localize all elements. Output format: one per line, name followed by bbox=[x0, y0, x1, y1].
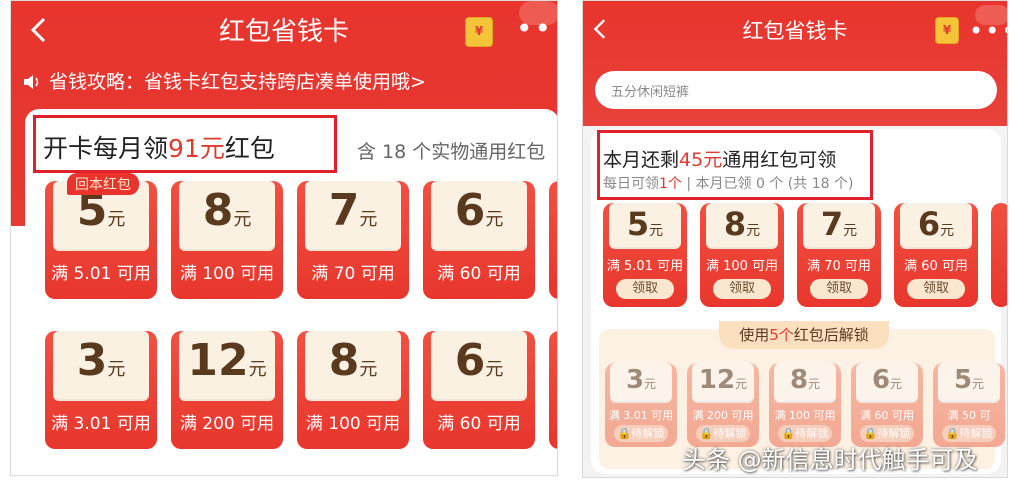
more-icon[interactable]: ••• bbox=[969, 19, 1007, 43]
coupon-condition: 满 60 可用 bbox=[904, 259, 968, 274]
coupon-condition: 满 60 可用 bbox=[860, 409, 914, 422]
coupon-card[interactable]: 12元满 200 可用 bbox=[171, 331, 283, 449]
coupon-amount: 12元 bbox=[187, 335, 267, 386]
coupon-condition: 满 100 可用 bbox=[179, 264, 275, 284]
locked-coupon: 3元满 3.01 可用 🔒待解锁 bbox=[605, 363, 677, 447]
locked-coupon: 6元满 60 可用 🔒待解锁 bbox=[851, 363, 923, 447]
coupon-amount: 6元 bbox=[454, 335, 504, 386]
coupon-card-partial[interactable] bbox=[549, 331, 557, 449]
coupon-amount: 6元 bbox=[917, 205, 955, 243]
coupon-card[interactable]: 5元满 5.01 可用 bbox=[45, 181, 157, 299]
notice-text: 省钱攻略：省钱卡红包支持跨店凑单使用哦> bbox=[49, 71, 426, 93]
coupon-amount: 8元 bbox=[328, 335, 378, 386]
coupon-amount: 3元 bbox=[625, 365, 657, 395]
coupon-amount: 5元 bbox=[953, 365, 985, 395]
coupon-condition: 满 100 可用 bbox=[705, 259, 779, 274]
card-subtitle: 含 18 个实物通用红包 bbox=[357, 141, 546, 163]
coupon-condition: 满 50 可 bbox=[947, 409, 991, 422]
card-headline: 开卡每月领91元红包 bbox=[43, 134, 275, 163]
claim-button[interactable]: 领取 bbox=[616, 279, 674, 299]
locked-coupon: 5元满 50 可 🔒待解锁 bbox=[933, 363, 1005, 447]
left-header: 红包省钱卡 ¥ ••• bbox=[11, 1, 557, 61]
more-icon[interactable]: ••• bbox=[516, 15, 557, 43]
coupon-condition: 满 5.01 可用 bbox=[51, 264, 151, 284]
coin-icon[interactable]: ¥ bbox=[935, 17, 959, 44]
unlock-banner: 使用5个红包后解锁 bbox=[719, 321, 889, 349]
search-input[interactable]: 五分休闲短裤 bbox=[595, 71, 997, 109]
coupon-card[interactable]: 6元满 60 可用 bbox=[423, 181, 535, 299]
coupon-condition: 满 70 可用 bbox=[807, 259, 871, 274]
card-subtitle: 每日可领1个 | 本月已领 0 个 (共 18 个) bbox=[603, 176, 854, 192]
claim-button[interactable]: 领取 bbox=[713, 279, 771, 299]
coupon-condition: 满 60 可用 bbox=[437, 414, 521, 434]
watermark: 头条 @新信息时代触手可及 bbox=[682, 446, 978, 474]
coupon-amount: 8元 bbox=[789, 365, 821, 395]
locked-coupon: 12元满 200 可用 🔒待解锁 bbox=[687, 363, 759, 447]
locked-coupon: 8元满 100 可用 🔒待解锁 bbox=[769, 363, 841, 447]
claim-button[interactable]: 领取 bbox=[907, 279, 965, 299]
coupon-amount: 8元 bbox=[202, 185, 252, 236]
coupon-card[interactable]: 5元满 5.01 可用领取 bbox=[603, 203, 687, 307]
coupon-condition: 满 100 可用 bbox=[774, 409, 836, 422]
search-placeholder: 五分休闲短裤 bbox=[611, 85, 690, 100]
coin-icon[interactable]: ¥ bbox=[465, 17, 493, 47]
coupon-amount: 7元 bbox=[328, 185, 378, 236]
coupon-card-partial[interactable] bbox=[549, 181, 557, 299]
coupon-amount: 6元 bbox=[871, 365, 903, 395]
coupon-amount: 6元 bbox=[454, 185, 504, 236]
claim-button[interactable]: 领取 bbox=[810, 279, 868, 299]
coupon-amount: 8元 bbox=[723, 205, 761, 243]
coupon-condition: 满 3.01 可用 bbox=[51, 414, 151, 434]
right-screen: 红包省钱卡 ¥ ••• 五分休闲短裤 本月还剩45元通用红包可领 每日可领1个 … bbox=[582, 0, 1008, 478]
card-headline: 本月还剩45元通用红包可领 bbox=[603, 149, 837, 171]
coupon-card[interactable]: 8元满 100 可用 bbox=[297, 331, 409, 449]
payback-ribbon: 回本红包 bbox=[67, 173, 139, 195]
coupon-amount: 7元 bbox=[820, 205, 858, 243]
right-card: 本月还剩45元通用红包可领 每日可领1个 | 本月已领 0 个 (共 18 个)… bbox=[591, 129, 1007, 474]
coupon-card[interactable]: 3元满 3.01 可用 bbox=[45, 331, 157, 449]
left-card: 开卡每月领91元红包 含 18 个实物通用红包 5元满 5.01 可用 8元满 1… bbox=[25, 109, 557, 469]
coupon-condition: 满 100 可用 bbox=[305, 414, 401, 434]
coupon-card[interactable]: 8元满 100 可用领取 bbox=[700, 203, 784, 307]
coupon-condition: 满 5.01 可用 bbox=[606, 259, 684, 274]
coupon-card[interactable]: 7元满 70 可用领取 bbox=[797, 203, 881, 307]
coupon-condition: 满 70 可用 bbox=[311, 264, 395, 284]
coupon-condition: 满 3.01 可用 bbox=[608, 409, 674, 422]
coupon-condition: 满 60 可用 bbox=[437, 264, 521, 284]
coupon-amount: 5元 bbox=[626, 205, 664, 243]
coupon-card[interactable]: 6元满 60 可用领取 bbox=[894, 203, 978, 307]
coupon-card[interactable]: 6元满 60 可用 bbox=[423, 331, 535, 449]
left-screen: 红包省钱卡 ¥ ••• 省钱攻略：省钱卡红包支持跨店凑单使用哦> 开卡每月领91… bbox=[10, 0, 558, 476]
notice-bar[interactable]: 省钱攻略：省钱卡红包支持跨店凑单使用哦> bbox=[23, 67, 426, 94]
locked-label: 🔒待解锁 bbox=[614, 425, 668, 442]
coupon-condition: 满 200 可用 bbox=[692, 409, 754, 422]
right-header: 红包省钱卡 ¥ ••• bbox=[583, 1, 1007, 61]
coupon-card[interactable]: 7元满 70 可用 bbox=[297, 181, 409, 299]
coupon-card-partial[interactable] bbox=[991, 203, 1007, 307]
coupon-amount: 3元 bbox=[76, 335, 126, 386]
coupon-amount: 12元 bbox=[698, 365, 748, 395]
coupon-card[interactable]: 8元满 100 可用 bbox=[171, 181, 283, 299]
speaker-icon bbox=[24, 75, 39, 89]
coupon-condition: 满 200 可用 bbox=[179, 414, 275, 434]
